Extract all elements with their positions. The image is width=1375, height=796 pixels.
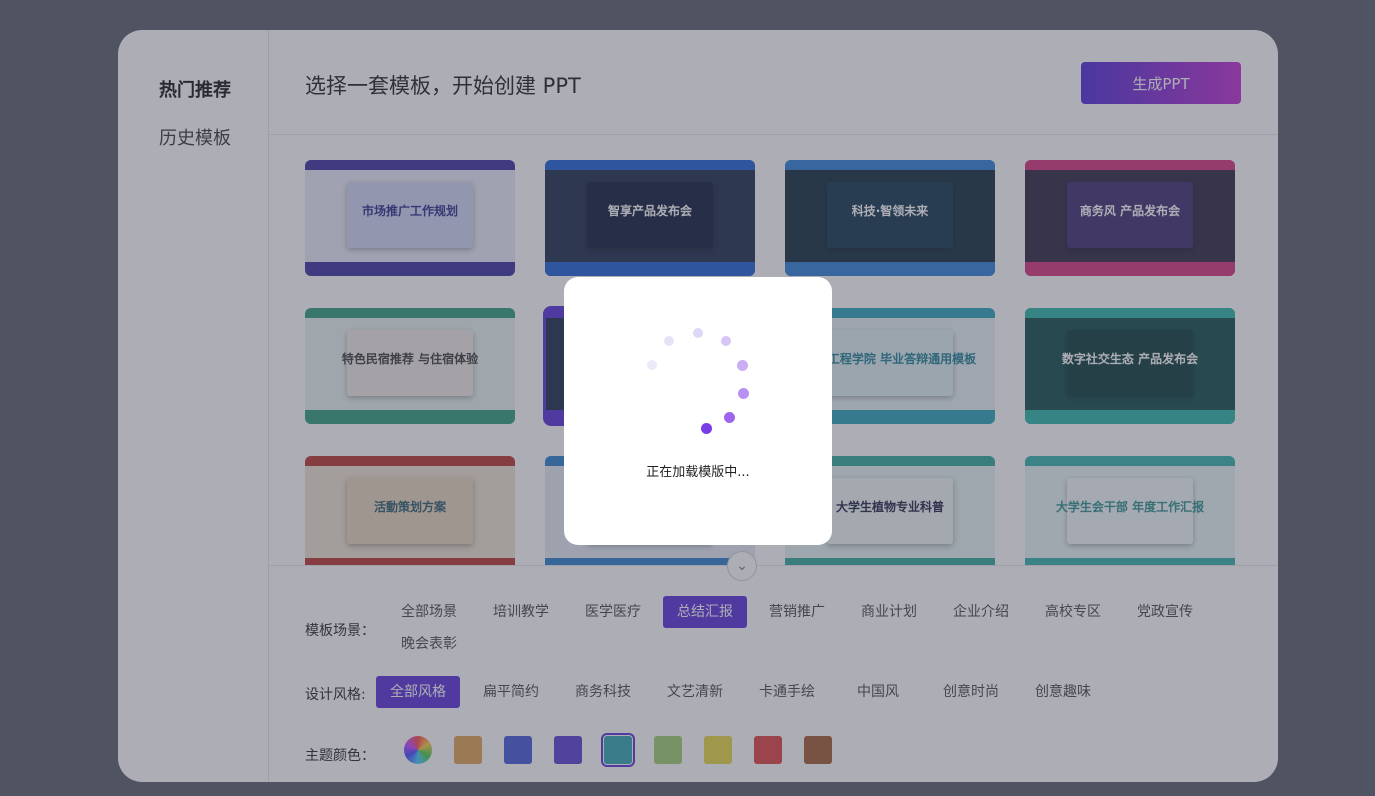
spinner-dot [723,411,735,423]
loading-text: 正在加载模版中... [646,465,750,480]
spinner-dot [693,328,703,338]
spinner-dot [647,360,657,370]
spinner-dot [721,336,731,346]
spinner-dot [737,387,749,399]
spinner-dot [664,336,674,346]
loading-dialog: 正在加载模版中... [564,277,832,545]
spinner-dot [700,422,712,434]
spinner-dot [736,359,748,371]
